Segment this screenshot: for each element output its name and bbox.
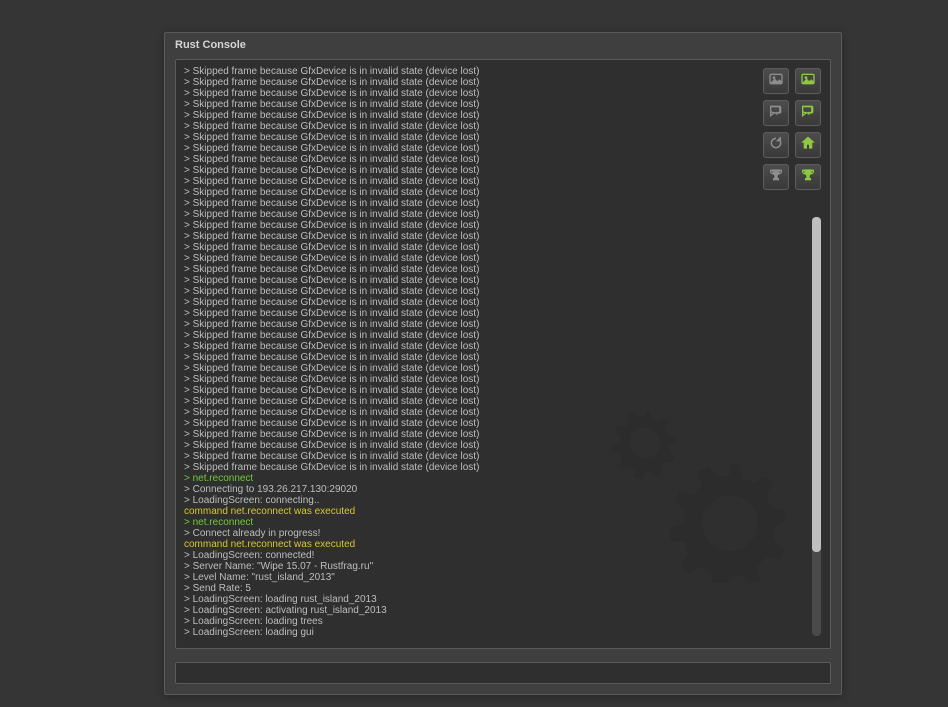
log-scrollbar[interactable] <box>812 217 821 636</box>
log-line: > Skipped frame because GfxDevice is in … <box>184 121 822 132</box>
log-line: > Skipped frame because GfxDevice is in … <box>184 77 822 88</box>
chat-icon <box>768 103 784 124</box>
log-line: > Skipped frame because GfxDevice is in … <box>184 429 822 440</box>
trophy-dark-button[interactable] <box>763 164 789 190</box>
log-line: > Skipped frame because GfxDevice is in … <box>184 374 822 385</box>
log-line: > Skipped frame because GfxDevice is in … <box>184 165 822 176</box>
log-line: > net.reconnect <box>184 517 822 528</box>
log-line: command net.reconnect was executed <box>184 539 822 550</box>
log-line: > LoadingScreen: loading rust_island_201… <box>184 594 822 605</box>
screenshot-dark-button[interactable] <box>763 68 789 94</box>
chat-button[interactable] <box>795 100 821 126</box>
command-input-bar[interactable] <box>175 662 831 684</box>
log-line: > Connecting to 193.26.217.130:29020 <box>184 484 822 495</box>
log-line: > Connect already in progress! <box>184 528 822 539</box>
refresh-icon <box>768 135 784 156</box>
image-icon <box>800 71 816 92</box>
log-line: > Skipped frame because GfxDevice is in … <box>184 330 822 341</box>
log-line: > Skipped frame because GfxDevice is in … <box>184 286 822 297</box>
log-line: > Skipped frame because GfxDevice is in … <box>184 143 822 154</box>
log-line: > Skipped frame because GfxDevice is in … <box>184 220 822 231</box>
log-line: > Skipped frame because GfxDevice is in … <box>184 407 822 418</box>
log-line: command net.reconnect was executed <box>184 506 822 517</box>
log-panel: > Skipped frame because GfxDevice is in … <box>175 59 831 649</box>
log-line: > Skipped frame because GfxDevice is in … <box>184 275 822 286</box>
log-line: > LoadingScreen: loading trees <box>184 616 822 627</box>
log-line: > Skipped frame because GfxDevice is in … <box>184 319 822 330</box>
trophy-button[interactable] <box>795 164 821 190</box>
log-line: > Server Name: "Wipe 15.07 - Rustfrag.ru… <box>184 561 822 572</box>
log-line: > Skipped frame because GfxDevice is in … <box>184 154 822 165</box>
chat-dark-button[interactable] <box>763 100 789 126</box>
log-line: > Skipped frame because GfxDevice is in … <box>184 451 822 462</box>
log-line: > LoadingScreen: loading gui <box>184 627 822 638</box>
log-line: > Skipped frame because GfxDevice is in … <box>184 352 822 363</box>
log-line: > net.reconnect <box>184 473 822 484</box>
log-line: > Skipped frame because GfxDevice is in … <box>184 308 822 319</box>
log-lines: > Skipped frame because GfxDevice is in … <box>184 66 822 642</box>
refresh-button[interactable] <box>763 132 789 158</box>
log-line: > Skipped frame because GfxDevice is in … <box>184 440 822 451</box>
log-line: > Skipped frame because GfxDevice is in … <box>184 341 822 352</box>
command-input[interactable] <box>176 663 830 683</box>
log-line: > Skipped frame because GfxDevice is in … <box>184 264 822 275</box>
log-line: > LoadingScreen: connecting.. <box>184 495 822 506</box>
log-line: > Skipped frame because GfxDevice is in … <box>184 297 822 308</box>
log-line: > Skipped frame because GfxDevice is in … <box>184 88 822 99</box>
toolbar <box>763 68 821 190</box>
log-line: > Skipped frame because GfxDevice is in … <box>184 209 822 220</box>
log-line: > LoadingScreen: activating rust_island_… <box>184 605 822 616</box>
log-line: > Skipped frame because GfxDevice is in … <box>184 99 822 110</box>
log-line: > Skipped frame because GfxDevice is in … <box>184 462 822 473</box>
home-icon <box>800 135 816 156</box>
scrollbar-thumb[interactable] <box>812 217 821 552</box>
screenshot-button[interactable] <box>795 68 821 94</box>
log-line: > Skipped frame because GfxDevice is in … <box>184 396 822 407</box>
log-line: > Skipped frame because GfxDevice is in … <box>184 176 822 187</box>
image-icon <box>768 71 784 92</box>
log-line: > Skipped frame because GfxDevice is in … <box>184 110 822 121</box>
log-line: > Skipped frame because GfxDevice is in … <box>184 66 822 77</box>
home-button[interactable] <box>795 132 821 158</box>
log-line: > Skipped frame because GfxDevice is in … <box>184 253 822 264</box>
log-line: > Skipped frame because GfxDevice is in … <box>184 418 822 429</box>
log-line: > Skipped frame because GfxDevice is in … <box>184 198 822 209</box>
log-line: > Skipped frame because GfxDevice is in … <box>184 242 822 253</box>
trophy-icon <box>800 167 816 188</box>
log-line: > Skipped frame because GfxDevice is in … <box>184 187 822 198</box>
log-line: > LoadingScreen: connected! <box>184 550 822 561</box>
trophy-icon <box>768 167 784 188</box>
log-line: > Level Name: "rust_island_2013" <box>184 572 822 583</box>
log-line: > Skipped frame because GfxDevice is in … <box>184 363 822 374</box>
console-window: Rust Console > Skipped frame because Gfx… <box>164 32 842 695</box>
log-line: > Skipped frame because GfxDevice is in … <box>184 231 822 242</box>
chat-icon <box>800 103 816 124</box>
log-line: > Skipped frame because GfxDevice is in … <box>184 385 822 396</box>
log-line: > Send Rate: 5 <box>184 583 822 594</box>
log-line: > Skipped frame because GfxDevice is in … <box>184 132 822 143</box>
window-title: Rust Console <box>165 33 841 55</box>
